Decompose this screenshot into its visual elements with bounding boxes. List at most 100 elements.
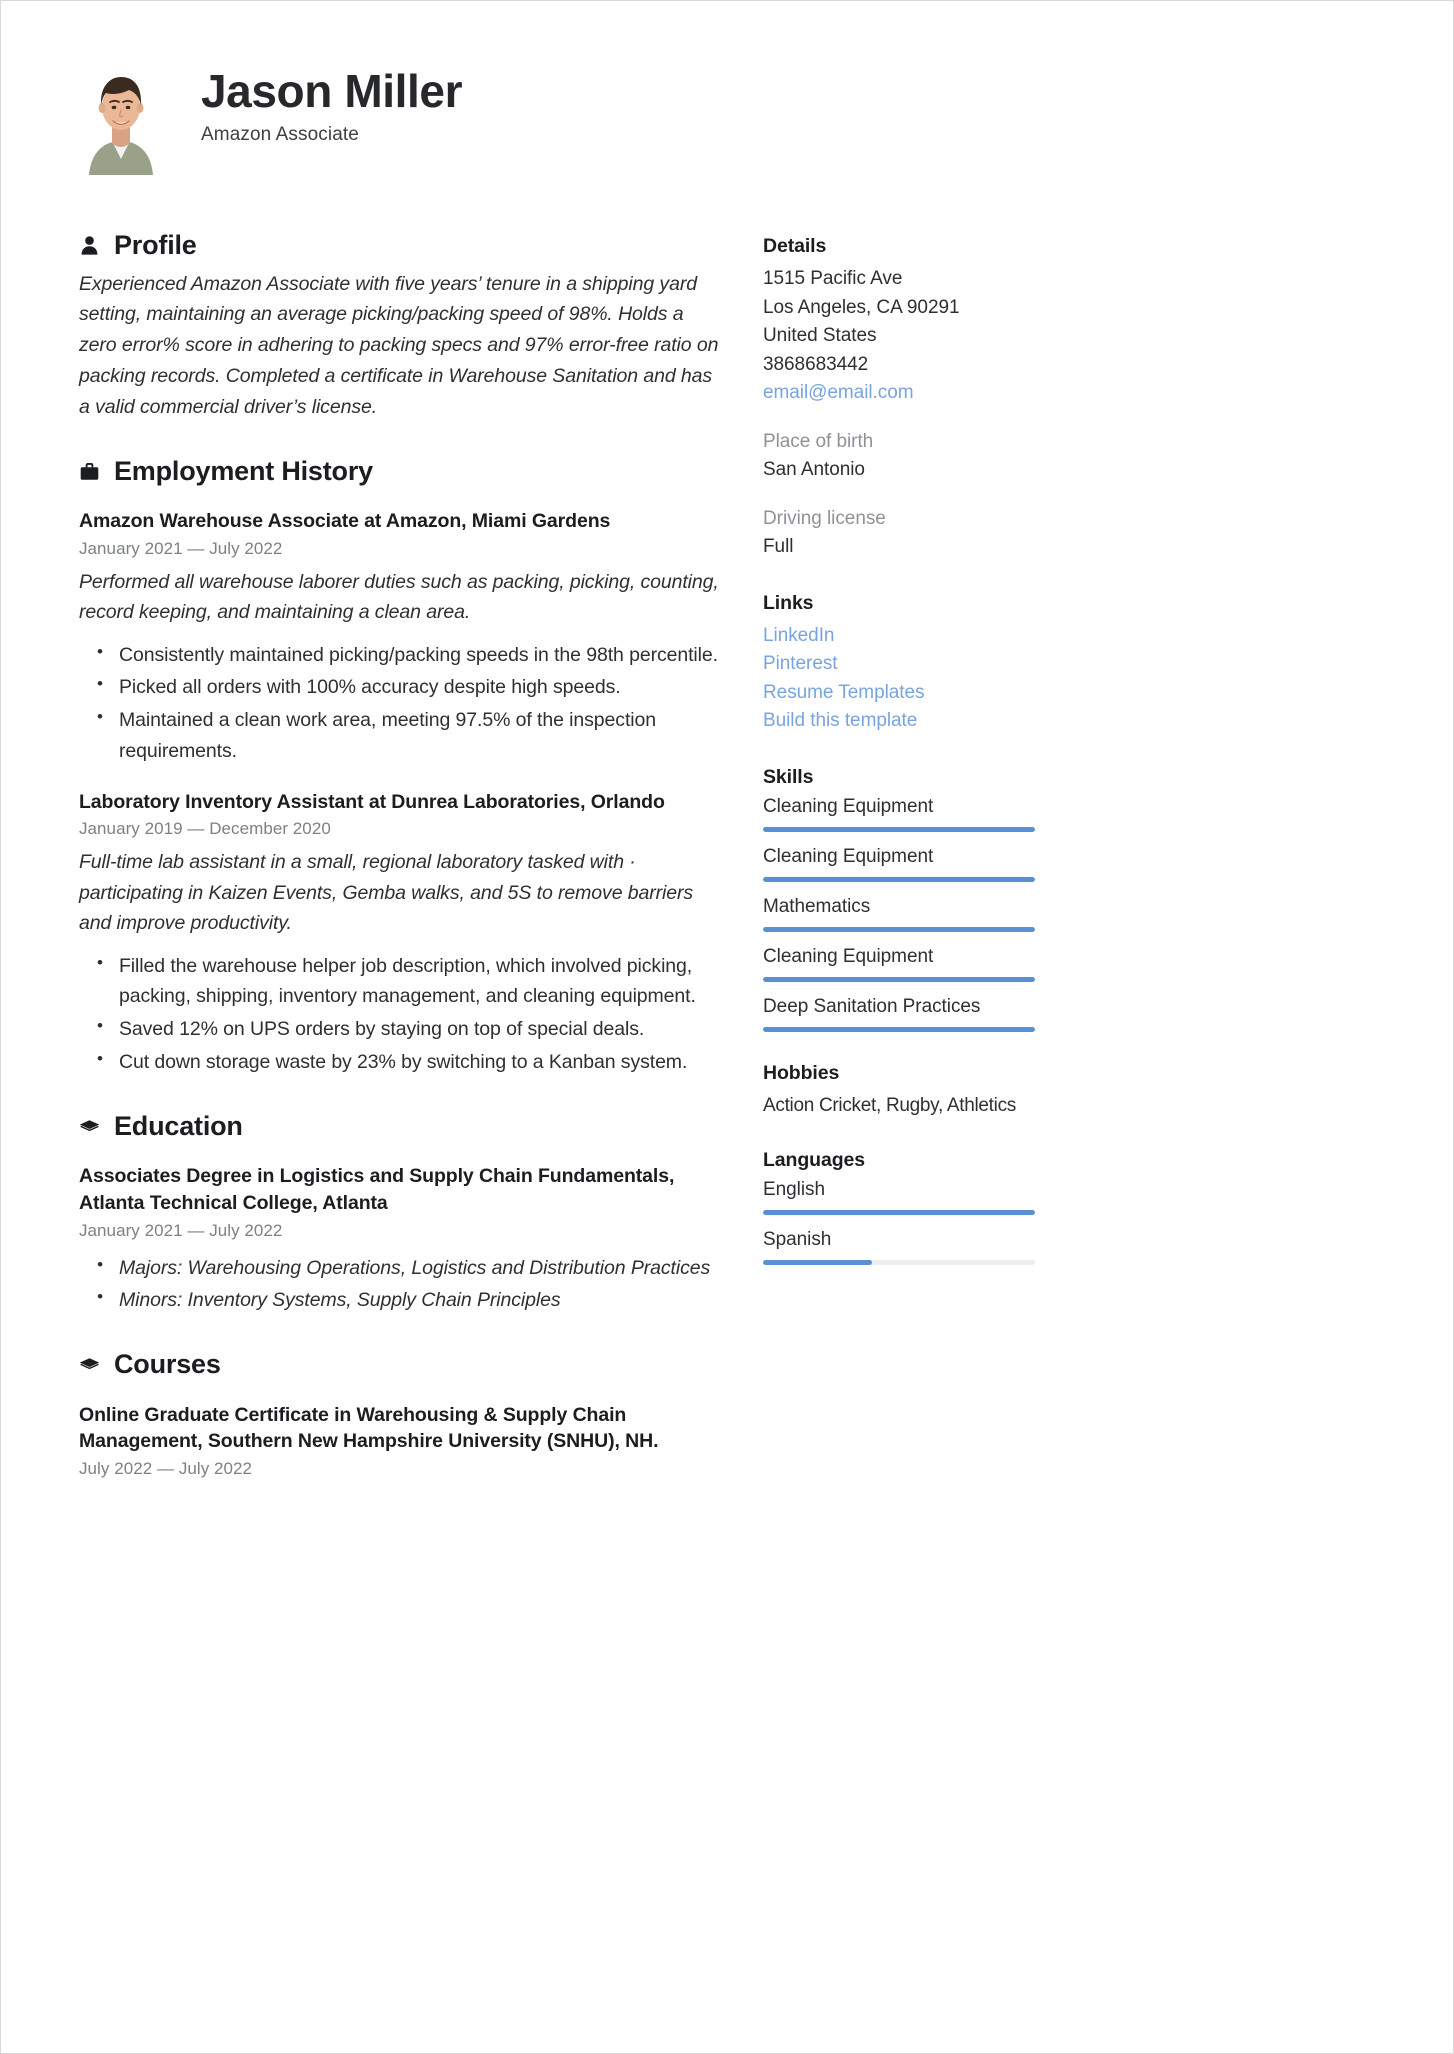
- section-profile: Profile Experienced Amazon Associate wit…: [79, 230, 719, 423]
- skill-bar-fill: [763, 826, 1035, 832]
- education-entry-title: Associates Degree in Logistics and Suppl…: [79, 1165, 675, 1214]
- main-column: Profile Experienced Amazon Associate wit…: [79, 230, 719, 1513]
- education-entry-bullets: Majors: Warehousing Operations, Logistic…: [79, 1252, 719, 1317]
- skill-bar-fill: [763, 1026, 1035, 1032]
- section-title-employment: Employment History: [114, 455, 373, 486]
- profile-text: Experienced Amazon Associate with five y…: [79, 272, 719, 418]
- sidebar-links: Links LinkedIn Pinterest Resume Template…: [763, 592, 1035, 736]
- list-item: Filled the warehouse helper job descript…: [97, 950, 719, 1013]
- sidebar-links-heading: Links: [763, 591, 814, 614]
- course-entry-title: Online Graduate Certificate in Warehousi…: [79, 1403, 659, 1453]
- skill-item: Mathematics: [763, 896, 1035, 932]
- sidebar-details-heading: Details: [763, 235, 827, 257]
- skill-item: Deep Sanitation Practices: [763, 996, 1035, 1032]
- header-text: Jason Miller Amazon Associate: [163, 57, 462, 146]
- skill-bar-track: [763, 926, 1035, 932]
- employment-entry-date: January 2019 — December 2020: [79, 819, 331, 839]
- sidebar-column: Details 1515 Pacific Ave Los Angeles, CA…: [763, 231, 1035, 1295]
- skill-label: Cleaning Equipment: [763, 945, 934, 967]
- sidebar-details: Details 1515 Pacific Ave Los Angeles, CA…: [763, 235, 1035, 562]
- skill-label: Cleaning Equipment: [763, 845, 934, 867]
- language-label: English: [763, 1179, 825, 1201]
- list-item: Minors: Inventory Systems, Supply Chain …: [97, 1284, 719, 1316]
- list-item: Maintained a clean work area, meeting 97…: [97, 704, 719, 767]
- section-title-education: Education: [114, 1110, 243, 1141]
- person-icon: [79, 235, 100, 256]
- list-item: Majors: Warehousing Operations, Logistic…: [97, 1252, 719, 1284]
- employment-entry-date: January 2021 — July 2022: [79, 538, 283, 558]
- skill-bar-track: [763, 1026, 1035, 1032]
- section-title-courses: Courses: [114, 1349, 221, 1380]
- country: United States: [763, 325, 877, 346]
- link-resume-templates[interactable]: Resume Templates: [763, 679, 1035, 708]
- section-education: Education Associates Degree in Logistics…: [79, 1110, 719, 1316]
- list-item: Cut down storage waste by 23% by switchi…: [97, 1046, 719, 1078]
- skill-label: Deep Sanitation Practices: [763, 995, 981, 1017]
- education-entry-date: January 2021 — July 2022: [79, 1220, 283, 1240]
- sidebar-skills-heading: Skills: [763, 765, 814, 788]
- language-bar-track: [763, 1210, 1035, 1216]
- sidebar-languages-heading: Languages: [763, 1149, 866, 1172]
- skill-bar-track: [763, 826, 1035, 832]
- employment-entry: Laboratory Inventory Assistant at Dunrea…: [79, 789, 719, 1078]
- education-entry: Associates Degree in Logistics and Suppl…: [79, 1163, 719, 1316]
- profile-heading-row: Profile: [79, 230, 719, 261]
- job-title: Amazon Associate: [201, 123, 359, 145]
- language-bar-track: [763, 1260, 1035, 1266]
- skill-bar-fill: [763, 876, 1035, 882]
- resume-page: Jason Miller Amazon Associate Profile Ex…: [0, 0, 1454, 2054]
- course-entry-date: July 2022 — July 2022: [79, 1458, 253, 1478]
- link-linkedin[interactable]: LinkedIn: [763, 622, 1035, 651]
- skill-item: Cleaning Equipment: [763, 796, 1035, 832]
- employment-entry: Amazon Warehouse Associate at Amazon, Mi…: [79, 508, 719, 767]
- education-heading-row: Education: [79, 1110, 719, 1142]
- skill-item: Cleaning Equipment: [763, 846, 1035, 882]
- link-build-this-template[interactable]: Build this template: [763, 707, 1035, 736]
- address-line-1: 1515 Pacific Ave: [763, 268, 903, 289]
- page-title: Jason Miller: [201, 65, 463, 117]
- skill-bar-fill: [763, 976, 1035, 982]
- language-item: English: [763, 1179, 1035, 1216]
- skill-label: Cleaning Equipment: [763, 795, 934, 817]
- list-item: Saved 12% on UPS orders by staying on to…: [97, 1013, 719, 1045]
- employment-entry-bullets: Filled the warehouse helper job descript…: [79, 950, 719, 1078]
- section-title-profile: Profile: [114, 230, 197, 260]
- courses-heading-row: Courses: [79, 1349, 719, 1380]
- sidebar-hobbies: Hobbies Action Cricket, Rugby, Athletics: [763, 1062, 1035, 1120]
- employment-heading-row: Employment History: [79, 455, 719, 487]
- employment-entry-title: Laboratory Inventory Assistant at Dunrea…: [79, 790, 665, 813]
- skill-bar-fill: [763, 926, 1035, 932]
- skill-item: Cleaning Equipment: [763, 946, 1035, 982]
- sidebar-skills: Skills Cleaning Equipment Cleaning Equip…: [763, 766, 1035, 1032]
- sidebar-languages: Languages English Spanish: [763, 1149, 1035, 1266]
- skill-bar-track: [763, 976, 1035, 982]
- employment-entry-description: Performed all warehouse laborer duties s…: [79, 570, 719, 624]
- language-bar-fill: [763, 1210, 1035, 1216]
- course-entry: Online Graduate Certificate in Warehousi…: [79, 1402, 719, 1479]
- section-courses: Courses Online Graduate Certificate in W…: [79, 1349, 719, 1479]
- resume-body: Profile Experienced Amazon Associate wit…: [79, 230, 1375, 1513]
- sidebar-hobbies-heading: Hobbies: [763, 1061, 840, 1084]
- list-item: Picked all orders with 100% accuracy des…: [97, 671, 719, 703]
- phone-number: 3868683442: [763, 353, 869, 375]
- employment-entry-bullets: Consistently maintained picking/packing …: [79, 639, 719, 767]
- address-line-2: Los Angeles, CA 90291: [763, 296, 960, 318]
- section-employment: Employment History Amazon Warehouse Asso…: [79, 455, 719, 1078]
- place-of-birth-label: Place of birth: [763, 430, 874, 452]
- link-pinterest[interactable]: Pinterest: [763, 650, 1035, 679]
- list-item: Consistently maintained picking/packing …: [97, 639, 719, 671]
- skill-bar-track: [763, 876, 1035, 882]
- language-bar-fill: [763, 1260, 872, 1266]
- driving-license-label: Driving license: [763, 507, 886, 529]
- hobbies-text: Action Cricket, Rugby, Athletics: [763, 1094, 1016, 1116]
- email-link[interactable]: email@email.com: [763, 379, 1035, 408]
- graduation-cap-icon: [79, 1116, 100, 1137]
- employment-entry-description: Full-time lab assistant in a small, regi…: [79, 851, 694, 935]
- driving-license-group: Driving license Full: [763, 505, 1035, 562]
- employment-entry-title: Amazon Warehouse Associate at Amazon, Mi…: [79, 510, 611, 533]
- place-of-birth-group: Place of birth San Antonio: [763, 428, 1035, 485]
- language-item: Spanish: [763, 1229, 1035, 1266]
- driving-license-value: Full: [763, 536, 794, 557]
- resume-header: Jason Miller Amazon Associate: [79, 57, 1375, 175]
- language-label: Spanish: [763, 1229, 832, 1251]
